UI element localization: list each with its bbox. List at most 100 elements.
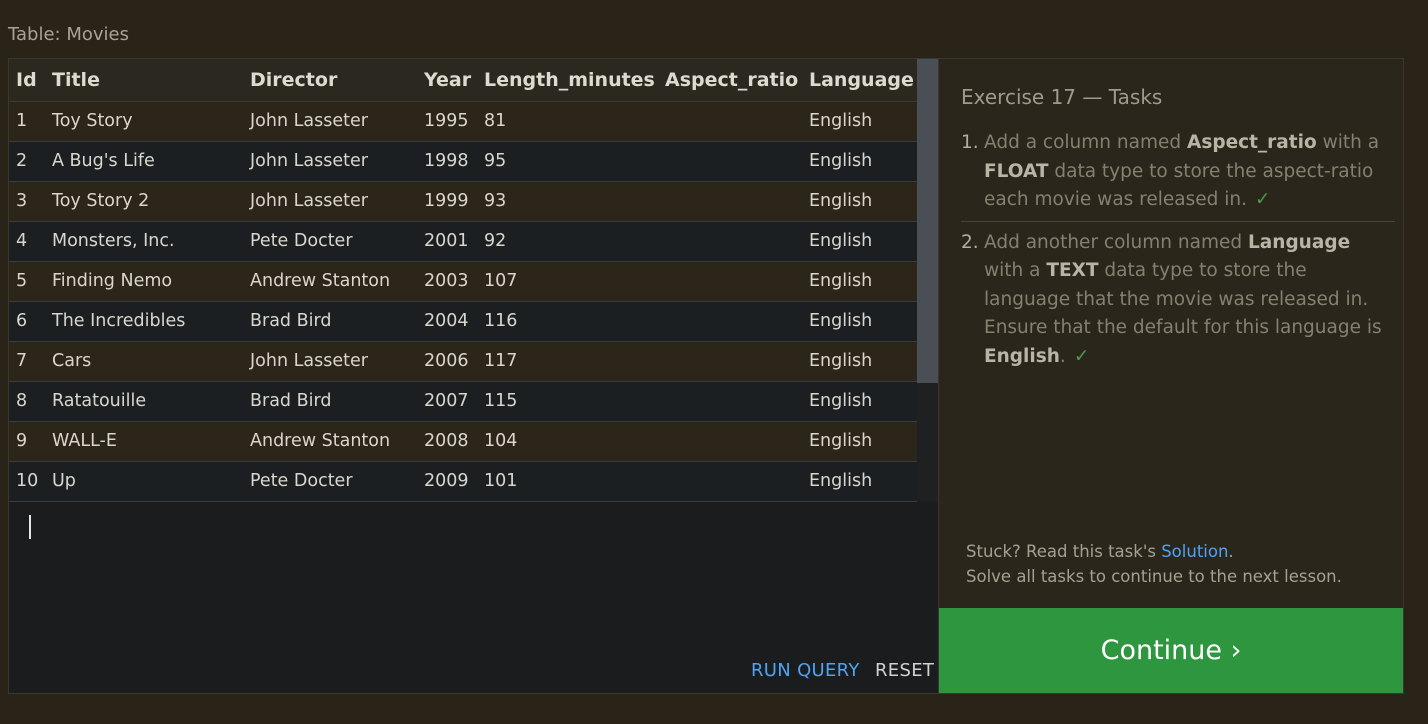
table-cell — [658, 341, 802, 382]
table-row: 7 Cars John Lasseter 2006 117 English — [9, 341, 917, 382]
task-number: 2. — [961, 231, 979, 253]
table-cell: 3 — [9, 181, 45, 222]
table-cell: 92 — [477, 221, 658, 262]
table-row: 5 Finding Nemo Andrew Stanton 2003 107 Englis… — [9, 261, 917, 302]
table-scrollbar-thumb[interactable] — [917, 59, 938, 383]
table-row: 4 Monsters, Inc. Pete Docter 2001 92 English — [9, 221, 917, 262]
table-cell: 7 — [9, 341, 45, 382]
table-cell — [658, 421, 802, 462]
table-row: 10 Up Pete Docter 2009 101 English — [9, 461, 917, 502]
column-header: Aspect_ratio — [658, 59, 802, 102]
task-keyword: English — [984, 345, 1060, 367]
task-text: . — [1059, 345, 1066, 367]
table-cell: WALL-E — [45, 421, 243, 462]
column-header: Length_minutes — [477, 59, 658, 102]
reset-button[interactable]: RESET — [875, 660, 934, 681]
table-cell: 2004 — [417, 301, 477, 342]
table-row: 2A Bug's Life John Lasseter 1998 95 English — [9, 141, 917, 182]
task-text: with a — [984, 260, 1047, 281]
tasks-pane: Exercise 17 — Tasks 1. Add a column name… — [938, 59, 1403, 693]
solution-link[interactable]: Solution — [1161, 542, 1228, 561]
table-cell: 2006 — [417, 341, 477, 382]
table-cell: 1998 — [417, 141, 477, 182]
results-table: Id Title Director Year Length_minutes As… — [9, 59, 917, 502]
table-cell: English — [802, 461, 917, 502]
table-cell: 81 — [477, 101, 658, 142]
task-list: 1. Add a column named Aspect_ratio with … — [961, 129, 1395, 371]
table-cell: English — [802, 341, 917, 382]
column-header: Id — [9, 59, 45, 102]
table-cell: English — [802, 301, 917, 342]
text-caret — [29, 515, 31, 539]
table-cell: John Lasseter — [243, 101, 417, 142]
check-icon: ✓ — [1255, 189, 1271, 210]
table-cell — [658, 261, 802, 302]
task-keyword: TEXT — [1046, 260, 1099, 281]
results-table-area: Id Title Director Year Length_minutes As… — [9, 59, 917, 502]
table-cell: 8 — [9, 381, 45, 422]
table-cell: 9 — [9, 421, 45, 462]
hint-suffix: . — [1228, 542, 1234, 561]
table-cell: 2008 — [417, 421, 477, 462]
table-row: 8 Ratatouille Brad Bird 2007 115 English — [9, 381, 917, 422]
table-cell — [658, 181, 802, 222]
table-cell: A Bug's Life — [45, 141, 243, 182]
continue-button[interactable]: Continue › — [939, 608, 1403, 693]
table-cell: English — [802, 101, 917, 142]
table-cell: 2001 — [417, 221, 477, 262]
table-cell: Ratatouille — [45, 381, 243, 422]
table-row: 1 Toy Story John Lasseter 1995 81 English — [9, 101, 917, 142]
table-cell: 115 — [477, 381, 658, 422]
table-cell: Toy Story — [45, 101, 243, 142]
table-cell: 4 — [9, 221, 45, 262]
table-cell: 5 — [9, 261, 45, 302]
table-cell — [658, 141, 802, 182]
table-cell: 95 — [477, 141, 658, 182]
run-query-button[interactable]: RUN QUERY — [751, 660, 860, 681]
table-cell — [658, 461, 802, 502]
task-number: 1. — [961, 132, 979, 153]
table-cell — [658, 301, 802, 342]
table-header-row: Id Title Director Year Length_minutes As… — [9, 59, 917, 102]
table-cell: Brad Bird — [243, 381, 417, 422]
table-cell: 2003 — [417, 261, 477, 302]
table-cell: Pete Docter — [243, 461, 417, 502]
exercise-title: Exercise 17 — Tasks — [961, 85, 1163, 109]
task-item: 1. Add a column named Aspect_ratio with … — [961, 129, 1395, 215]
table-caption: Table: Movies — [8, 24, 129, 45]
table-cell: Andrew Stanton — [243, 261, 417, 302]
column-header: Language — [802, 59, 917, 102]
table-cell — [658, 101, 802, 142]
table-cell: 1999 — [417, 181, 477, 222]
table-cell: English — [802, 381, 917, 422]
table-body: 1 Toy Story John Lasseter 1995 81 English 2 A B… — [9, 101, 917, 502]
table-cell: Finding Nemo — [45, 261, 243, 302]
table-cell: Toy Story 2 — [45, 181, 243, 222]
table-cell: English — [802, 181, 917, 222]
table-cell: 1 — [9, 101, 45, 142]
table-cell: 2 — [9, 141, 45, 182]
table-row: 6 The Incredibles Brad Bird 2004 116 English — [9, 301, 917, 342]
table-cell: Cars — [45, 341, 243, 382]
hint-line2: Solve all tasks to continue to the next … — [966, 567, 1342, 586]
table-cell: Brad Bird — [243, 301, 417, 342]
check-icon: ✓ — [1073, 345, 1090, 367]
table-cell: John Lasseter — [243, 341, 417, 382]
column-header: Year — [417, 59, 477, 102]
table-cell: Pete Docter — [243, 221, 417, 262]
table-cell — [658, 221, 802, 262]
table-cell: 2009 — [417, 461, 477, 502]
table-cell: 107 — [477, 261, 658, 302]
table-cell: 101 — [477, 461, 658, 502]
query-pane: Id Title Director Year Length_minutes As… — [9, 59, 938, 693]
table-cell: 104 — [477, 421, 658, 462]
hint-text: Stuck? Read this task's Solution. Solve … — [966, 539, 1342, 589]
task-text: Add another column named — [984, 231, 1248, 253]
table-cell: 116 — [477, 301, 658, 342]
sql-query-editor[interactable]: RUN QUERY RESET — [9, 502, 938, 693]
table-scrollbar[interactable] — [917, 59, 938, 502]
task-item: 2. Add another column named Language wit… — [961, 220, 1395, 372]
table-cell: English — [802, 261, 917, 302]
table-cell: 117 — [477, 341, 658, 382]
table-cell: 10 — [9, 461, 45, 502]
